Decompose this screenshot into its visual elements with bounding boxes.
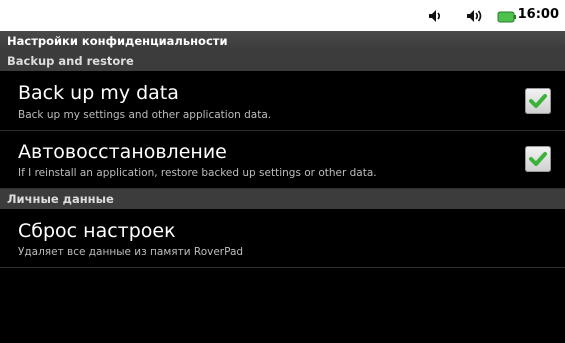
pref-summary: If I reinstall an application, restore b… bbox=[18, 167, 377, 179]
page-title-bar: Настройки конфиденциальности bbox=[0, 31, 565, 51]
checkmark-icon bbox=[529, 152, 547, 166]
pref-auto-restore[interactable]: Автовосстановление If I reinstall an app… bbox=[0, 131, 565, 189]
checkmark-icon bbox=[529, 94, 547, 108]
volume-icon bbox=[427, 8, 443, 24]
section-header-backup: Backup and restore bbox=[0, 51, 565, 71]
pref-summary: Удаляет все данные из памяти RoverPad bbox=[18, 246, 244, 258]
battery-icon bbox=[497, 9, 516, 25]
section-header-label: Личные данные bbox=[7, 192, 114, 206]
status-bar: 16:00 bbox=[0, 0, 565, 31]
page-title: Настройки конфиденциальности bbox=[7, 34, 228, 48]
pref-title: Автовосстановление bbox=[18, 141, 227, 163]
pref-summary: Back up my settings and other applicatio… bbox=[18, 109, 272, 121]
auto-restore-checkbox[interactable] bbox=[525, 146, 551, 172]
status-time: 16:00 bbox=[517, 7, 559, 22]
volume-icon bbox=[465, 8, 482, 24]
backup-data-checkbox[interactable] bbox=[525, 88, 551, 114]
section-header-personal-data: Личные данные bbox=[0, 189, 565, 209]
pref-title: Сброс настроек bbox=[18, 220, 176, 242]
pref-backup-data[interactable]: Back up my data Back up my settings and … bbox=[0, 71, 565, 131]
pref-factory-reset[interactable]: Сброс настроек Удаляет все данные из пам… bbox=[0, 209, 565, 268]
section-header-label: Backup and restore bbox=[7, 54, 134, 68]
pref-title: Back up my data bbox=[18, 82, 179, 104]
